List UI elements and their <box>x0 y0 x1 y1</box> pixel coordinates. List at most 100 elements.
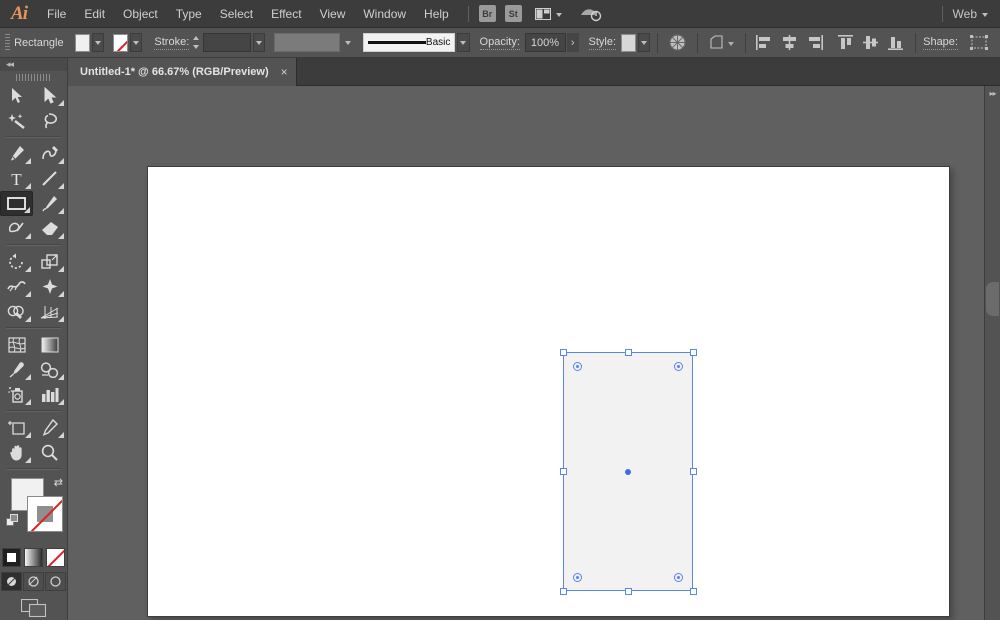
graphic-style-swatch[interactable] <box>621 34 636 52</box>
stroke-swatch[interactable] <box>113 34 128 52</box>
draw-normal-icon[interactable] <box>1 572 22 591</box>
canvas-area[interactable] <box>68 86 984 620</box>
rotate-tool[interactable] <box>0 249 33 274</box>
curvature-tool[interactable] <box>33 141 66 166</box>
menu-item-file[interactable]: File <box>38 0 75 28</box>
shape-properties-icon[interactable] <box>966 29 992 57</box>
menu-item-type[interactable]: Type <box>167 0 211 28</box>
brush-definition-preview[interactable]: Basic <box>363 33 455 52</box>
handle-bottom-center[interactable] <box>625 588 632 595</box>
slice-tool[interactable] <box>33 415 66 440</box>
eyedropper-tool[interactable] <box>0 357 33 382</box>
handle-middle-right[interactable] <box>690 468 697 475</box>
menu-item-window[interactable]: Window <box>354 0 415 28</box>
corner-radius-widget-top-left[interactable] <box>573 362 582 371</box>
expand-panels-button[interactable]: ▸▸ <box>985 86 1000 100</box>
stroke-weight-chevron-down-icon[interactable] <box>253 33 265 52</box>
eraser-tool[interactable] <box>33 216 66 241</box>
stock-button[interactable]: St <box>505 5 522 22</box>
style-label[interactable]: Style: <box>589 36 617 50</box>
hand-tool[interactable] <box>0 440 33 465</box>
gradient-tool[interactable] <box>33 332 66 357</box>
gradient-mode-icon[interactable] <box>24 548 43 567</box>
opacity-input[interactable]: 100% <box>525 33 566 52</box>
handle-top-center[interactable] <box>625 349 632 356</box>
opacity-label[interactable]: Opacity: <box>480 36 520 50</box>
free-transform-tool[interactable] <box>33 274 66 299</box>
align-vertical-center-icon[interactable] <box>858 29 883 57</box>
lasso-tool[interactable] <box>33 108 66 133</box>
corner-radius-widget-bottom-left[interactable] <box>573 573 582 582</box>
handle-bottom-left[interactable] <box>560 588 567 595</box>
blend-tool[interactable] <box>33 357 66 382</box>
artboard-tool[interactable] <box>0 415 33 440</box>
menu-item-edit[interactable]: Edit <box>75 0 114 28</box>
mesh-tool[interactable] <box>0 332 33 357</box>
shape-label[interactable]: Shape: <box>923 36 958 50</box>
paintbrush-tool[interactable] <box>33 191 66 216</box>
artboard[interactable] <box>147 166 950 617</box>
arrange-documents-icon[interactable] <box>531 0 566 28</box>
selection-tool[interactable] <box>0 83 33 108</box>
menu-item-select[interactable]: Select <box>211 0 262 28</box>
magic-wand-tool[interactable] <box>0 108 33 133</box>
screen-mode-button[interactable] <box>0 599 67 618</box>
control-bar-grip[interactable] <box>5 34 10 52</box>
stroke-dropdown-chevron-down-icon[interactable] <box>130 33 142 52</box>
direct-selection-tool[interactable] <box>33 83 66 108</box>
stroke-weight-input[interactable] <box>203 33 251 52</box>
align-left-icon[interactable] <box>752 29 777 57</box>
brush-chevron-down-icon[interactable] <box>457 33 469 52</box>
style-chevron-down-icon[interactable] <box>638 33 650 52</box>
line-segment-tool[interactable] <box>33 166 66 191</box>
tools-drag-grip[interactable] <box>0 71 67 83</box>
draw-inside-icon[interactable] <box>45 572 66 591</box>
close-icon[interactable]: × <box>281 66 288 78</box>
document-tab[interactable]: Untitled-1* @ 66.67% (RGB/Preview) × <box>68 58 297 86</box>
type-tool[interactable]: T <box>0 166 33 191</box>
column-graph-tool[interactable] <box>33 382 66 407</box>
scale-tool[interactable] <box>33 249 66 274</box>
corner-radius-widget-top-right[interactable] <box>674 362 683 371</box>
stroke-profile-chevron-down-icon[interactable] <box>342 33 354 52</box>
workspace-chevron-down-icon[interactable] <box>982 8 988 20</box>
menu-item-view[interactable]: View <box>311 0 355 28</box>
sync-settings-icon[interactable] <box>576 0 606 28</box>
handle-top-right[interactable] <box>690 349 697 356</box>
menu-item-help[interactable]: Help <box>415 0 458 28</box>
opacity-expand-icon[interactable]: › <box>567 33 579 52</box>
fill-swatch[interactable] <box>75 34 90 52</box>
align-bottom-icon[interactable] <box>883 29 908 57</box>
stroke-profile-input[interactable] <box>274 33 340 52</box>
draw-behind-icon[interactable] <box>23 572 44 591</box>
handle-bottom-right[interactable] <box>690 588 697 595</box>
corner-radius-widget-bottom-right[interactable] <box>674 573 683 582</box>
rectangle-tool[interactable] <box>0 191 33 216</box>
zoom-tool[interactable] <box>33 440 66 465</box>
align-top-icon[interactable] <box>833 29 858 57</box>
color-mode-icon[interactable] <box>2 548 21 567</box>
width-tool[interactable] <box>0 274 33 299</box>
panel-tab-handle[interactable] <box>986 282 999 316</box>
symbol-sprayer-tool[interactable] <box>0 382 33 407</box>
workspace-label[interactable]: Web <box>953 7 977 21</box>
align-horizontal-center-icon[interactable] <box>777 29 802 57</box>
pen-tool[interactable] <box>0 141 33 166</box>
swap-fill-stroke-icon[interactable]: ⇄ <box>54 476 63 489</box>
bridge-button[interactable]: Br <box>479 5 496 22</box>
stroke-weight-label[interactable]: Stroke: <box>154 36 189 50</box>
tools-collapse-button[interactable]: ◂◂ <box>0 58 67 71</box>
perspective-grid-tool[interactable] <box>33 299 66 324</box>
align-right-icon[interactable] <box>802 29 827 57</box>
transform-chevron-down-icon[interactable] <box>728 37 734 49</box>
fill-dropdown-chevron-down-icon[interactable] <box>92 33 104 52</box>
handle-top-left[interactable] <box>560 349 567 356</box>
stroke-color-swatch[interactable] <box>27 496 63 532</box>
menu-item-effect[interactable]: Effect <box>262 0 310 28</box>
stroke-weight-stepper[interactable] <box>192 33 199 52</box>
shape-builder-tool[interactable] <box>0 299 33 324</box>
recolor-artwork-icon[interactable] <box>665 29 690 57</box>
none-mode-icon[interactable] <box>46 548 65 567</box>
menu-item-object[interactable]: Object <box>114 0 167 28</box>
handle-middle-left[interactable] <box>560 468 567 475</box>
